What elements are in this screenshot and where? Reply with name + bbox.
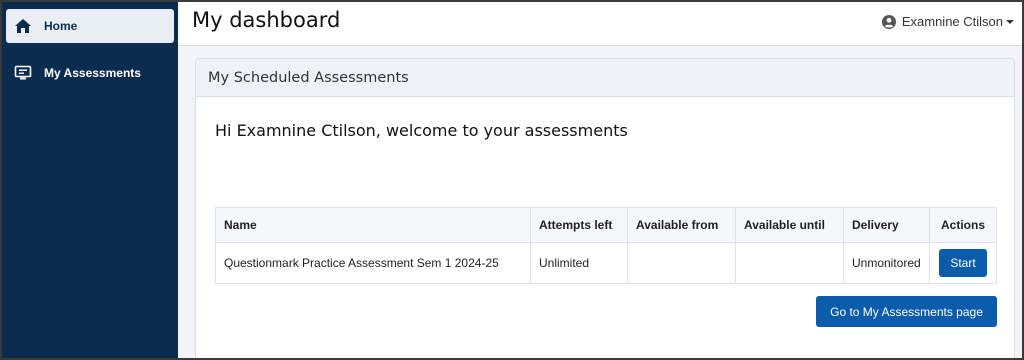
- sidebar-item-label: My Assessments: [44, 66, 141, 80]
- scheduled-assessments-card: My Scheduled Assessments Hi Examnine Cti…: [195, 58, 1015, 358]
- delivery: Unmonitored: [843, 242, 930, 284]
- attempts-left: Unlimited: [530, 242, 628, 284]
- user-menu[interactable]: Examnine Ctilson: [881, 14, 1014, 29]
- column-header-attempts-left: Attempts left: [530, 207, 628, 243]
- available-until: [735, 242, 844, 284]
- assessment-name: Questionmark Practice Assessment Sem 1 2…: [215, 242, 531, 284]
- table-header-row: Name Attempts left Available from Availa…: [215, 207, 997, 243]
- app-window: Home My Assessments My dashboard Examnin: [0, 0, 1024, 360]
- assessments-table: Name Attempts left Available from Availa…: [215, 207, 997, 284]
- card-title: My Scheduled Assessments: [196, 59, 1014, 97]
- sidebar-item-label: Home: [44, 19, 78, 33]
- welcome-message: Hi Examnine Ctilson, welcome to your ass…: [215, 121, 628, 140]
- column-header-available-until: Available until: [735, 207, 844, 243]
- top-bar: My dashboard Examnine Ctilson: [178, 2, 1022, 46]
- page-title: My dashboard: [192, 8, 341, 32]
- column-header-available-from: Available from: [627, 207, 736, 243]
- column-header-delivery: Delivery: [843, 207, 930, 243]
- monitor-icon: [14, 64, 32, 82]
- user-name: Examnine Ctilson: [901, 14, 1003, 29]
- main-content: My Scheduled Assessments Hi Examnine Cti…: [178, 46, 1022, 358]
- available-from: [627, 242, 736, 284]
- sidebar: Home My Assessments: [2, 2, 178, 358]
- actions-cell: Start: [929, 242, 997, 284]
- chevron-down-icon: [1006, 19, 1014, 24]
- sidebar-item-home[interactable]: Home: [6, 9, 174, 43]
- column-header-actions: Actions: [929, 207, 997, 243]
- user-avatar-icon: [881, 14, 896, 29]
- column-header-name: Name: [215, 207, 531, 243]
- home-icon: [14, 17, 32, 35]
- start-button[interactable]: Start: [939, 249, 987, 277]
- go-to-my-assessments-button[interactable]: Go to My Assessments page: [816, 296, 997, 327]
- table-row: Questionmark Practice Assessment Sem 1 2…: [215, 242, 997, 284]
- sidebar-item-my-assessments[interactable]: My Assessments: [6, 56, 174, 90]
